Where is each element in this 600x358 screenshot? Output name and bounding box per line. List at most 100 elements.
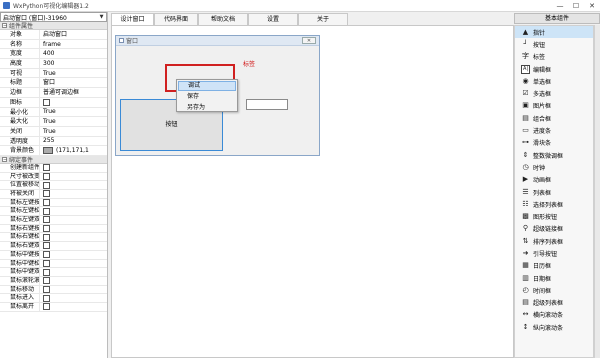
component-label[interactable]: 字标签	[515, 51, 593, 63]
event-checkbox[interactable]	[43, 285, 50, 293]
tab-code[interactable]: 代码界面	[154, 13, 198, 25]
event-checkbox[interactable]	[43, 251, 50, 259]
close-button[interactable]: ✕	[584, 0, 600, 12]
event-row[interactable]: 鼠标左键按下	[0, 198, 107, 208]
property-row[interactable]: 可视 True	[0, 68, 107, 79]
component-button[interactable]: ┘ 按钮	[515, 38, 593, 50]
property-row[interactable]: 边框 普通可调边框	[0, 88, 107, 98]
component-listctrl[interactable]: ▤ 超级列表框	[515, 297, 593, 309]
component-checklist[interactable]: ☷ 选择列表框	[515, 198, 593, 210]
property-value[interactable]: True	[40, 117, 107, 126]
component-progress[interactable]: ▭ 进度条	[515, 124, 593, 136]
property-row[interactable]: 图标	[0, 97, 107, 108]
event-row[interactable]: 鼠标移动	[0, 285, 107, 295]
component-radio[interactable]: ◉ 单选框	[515, 75, 593, 87]
event-row[interactable]: 将被关闭	[0, 190, 107, 199]
designed-frame-close-icon[interactable]: ✕	[302, 37, 316, 44]
event-checkbox[interactable]	[43, 242, 50, 250]
component-animation[interactable]: ▶ 动画框	[515, 174, 593, 186]
property-row[interactable]: 关闭 True	[0, 126, 107, 137]
tab-settings[interactable]: 设置	[248, 13, 298, 25]
property-value[interactable]: 255	[40, 137, 107, 146]
property-value[interactable]: True	[40, 127, 107, 136]
component-palette-scrollbar[interactable]	[594, 25, 600, 358]
property-row[interactable]: 透明度 255	[0, 136, 107, 147]
tab-help[interactable]: 帮助文档	[198, 13, 248, 25]
event-checkbox[interactable]	[43, 233, 50, 241]
event-checkbox[interactable]	[43, 294, 50, 302]
event-checkbox[interactable]	[43, 199, 50, 207]
component-time[interactable]: ◴ 时间框	[515, 284, 593, 296]
event-checkbox[interactable]	[43, 225, 50, 233]
event-checkbox[interactable]	[43, 259, 50, 267]
component-image[interactable]: ▣ 图片框	[515, 100, 593, 112]
object-selector[interactable]: 启动窗口 (窗口)-31960 ▼	[0, 12, 107, 22]
collapse-icon[interactable]: −	[2, 156, 7, 162]
property-value[interactable]: 窗口	[40, 78, 107, 87]
event-row[interactable]: 鼠标中键按下	[0, 250, 107, 260]
event-row[interactable]: 鼠标离开	[0, 302, 107, 312]
event-checkbox[interactable]	[43, 172, 50, 180]
collapse-icon[interactable]: −	[2, 23, 7, 29]
component-textbox[interactable]: A| 编辑框	[515, 63, 593, 75]
event-row[interactable]: 尺寸被改变	[0, 172, 107, 182]
event-checkbox[interactable]	[43, 303, 50, 311]
event-checkbox[interactable]	[43, 164, 50, 172]
component-slider[interactable]: ⊶ 滑块条	[515, 137, 593, 149]
event-row[interactable]: 鼠标中键松开	[0, 259, 107, 269]
property-value[interactable]: True	[40, 108, 107, 117]
property-row[interactable]: 名称 frame	[0, 39, 107, 50]
property-row[interactable]: 高度 300	[0, 59, 107, 69]
event-row[interactable]: 鼠标中键双击	[0, 268, 107, 277]
property-value[interactable]: (171,171,1	[40, 146, 107, 155]
tab-about[interactable]: 关于	[298, 13, 348, 25]
property-value[interactable]: True	[40, 69, 107, 78]
event-row[interactable]: 鼠标右键按下	[0, 224, 107, 234]
designed-frame-titlebar[interactable]: 窗口 ✕	[116, 36, 319, 46]
component-pointer[interactable]: ▲ 指针	[515, 26, 593, 39]
component-command-link[interactable]: ➜ 引导按钮	[515, 247, 593, 259]
property-row[interactable]: 最小化 True	[0, 107, 107, 118]
event-checkbox[interactable]	[43, 268, 50, 276]
event-row[interactable]: 鼠标进入	[0, 294, 107, 303]
context-menu-debug[interactable]: 调试	[178, 81, 236, 91]
color-swatch[interactable]	[43, 147, 53, 155]
component-checkbox[interactable]: ☑ 多选框	[515, 87, 593, 99]
context-menu-save-as[interactable]: 另存为	[178, 103, 236, 113]
event-row[interactable]: 鼠标左键双击	[0, 216, 107, 225]
component-date[interactable]: ▥ 日期框	[515, 272, 593, 284]
event-checkbox[interactable]	[43, 181, 50, 189]
event-checkbox[interactable]	[43, 207, 50, 215]
property-row[interactable]: 最大化 True	[0, 117, 107, 127]
context-menu-save[interactable]: 保存	[178, 92, 236, 102]
event-checkbox[interactable]	[43, 277, 50, 285]
minimize-button[interactable]: —	[552, 0, 568, 12]
property-value[interactable]: 300	[40, 59, 107, 68]
chevron-down-icon[interactable]: ▼	[98, 14, 105, 21]
event-row[interactable]: 鼠标右键松开	[0, 233, 107, 243]
events-section-header[interactable]: − 绑定事件	[0, 155, 107, 164]
component-panel-header[interactable]: 基本组件	[514, 13, 600, 24]
component-hyperlink[interactable]: ⚲ 超级链接框	[515, 223, 593, 235]
property-value[interactable]: frame	[40, 40, 107, 49]
properties-section-header[interactable]: − 组件属性	[0, 22, 107, 30]
component-hscroll[interactable]: ↔ 横向滚动条	[515, 309, 593, 321]
maximize-button[interactable]: ☐	[568, 0, 584, 12]
label-widget[interactable]: 标签	[243, 59, 255, 68]
event-row[interactable]: 鼠标右键双击	[0, 242, 107, 251]
component-combobox[interactable]: ▤ 组合框	[515, 112, 593, 124]
property-value[interactable]: 普通可调边框	[40, 88, 107, 97]
event-row[interactable]: 位置被移动	[0, 181, 107, 190]
property-value[interactable]	[40, 98, 107, 107]
component-spin[interactable]: ⇕ 整数微调框	[515, 149, 593, 161]
component-sorted-list[interactable]: ⇅ 排序列表框	[515, 235, 593, 247]
component-bitmap-button[interactable]: ▩ 图形按钮	[515, 210, 593, 222]
component-vscroll[interactable]: ↕ 纵向滚动条	[515, 321, 593, 333]
event-row[interactable]: 创建新组件	[0, 163, 107, 173]
event-row[interactable]: 鼠标滚轮滚动	[0, 276, 107, 286]
property-value[interactable]: 启动窗口	[40, 30, 107, 39]
textbox-widget[interactable]	[246, 99, 288, 110]
component-calendar[interactable]: ▦ 日历框	[515, 260, 593, 272]
event-row[interactable]: 鼠标左键松开	[0, 207, 107, 217]
property-row[interactable]: 对象 启动窗口	[0, 30, 107, 40]
